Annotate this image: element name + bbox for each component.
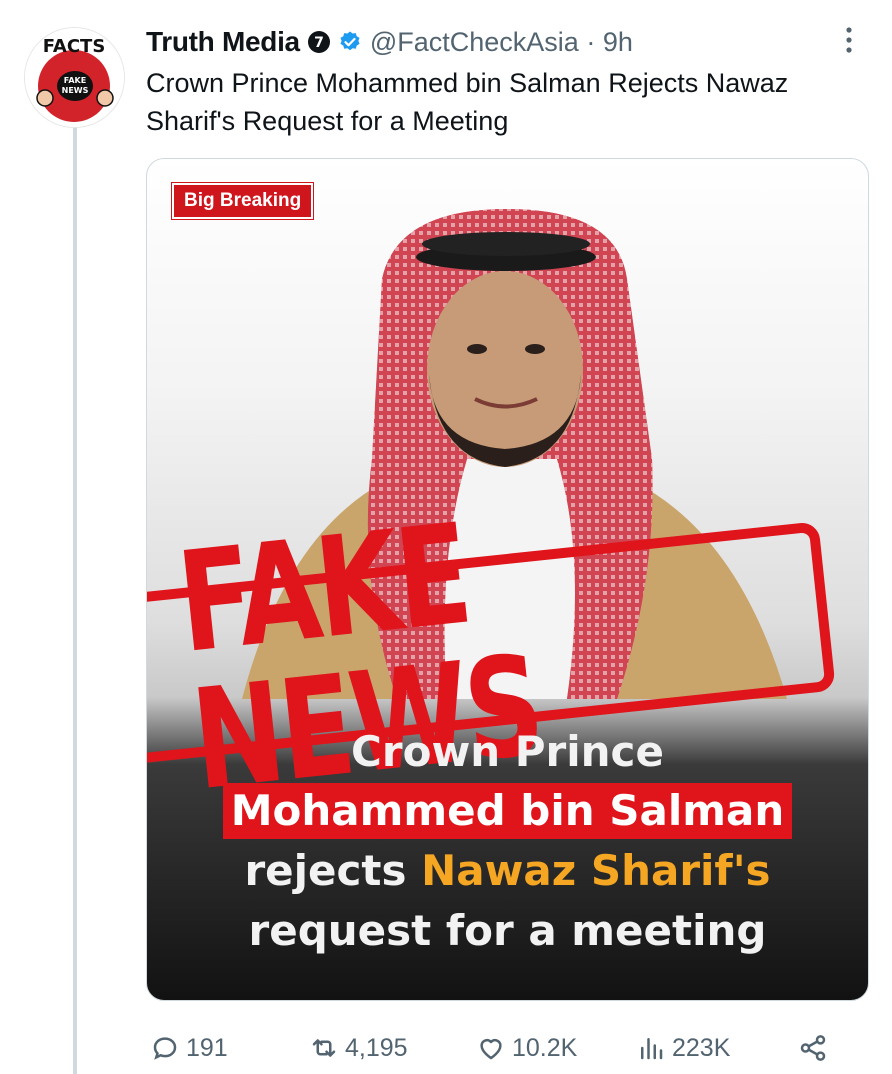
- svg-text:FAKE: FAKE: [64, 76, 86, 85]
- repost-count: 4,195: [345, 1033, 408, 1062]
- reply-count: 191: [186, 1033, 228, 1062]
- caption-line-3-highlight: Nawaz Sharif's: [421, 846, 771, 895]
- like-icon: [480, 1039, 502, 1060]
- avatar-image: FACTS FAKE NEWS: [25, 28, 124, 127]
- repost-icon: [312, 1039, 336, 1057]
- repost-button[interactable]: 4,195: [309, 1028, 408, 1068]
- thread-line: [73, 122, 77, 1074]
- caption-line-3-prefix: rejects: [244, 846, 422, 895]
- author-handle[interactable]: @FactCheckAsia: [370, 27, 579, 57]
- reply-icon: [153, 1037, 177, 1060]
- like-count: 10.2K: [512, 1033, 578, 1062]
- views-count: 223K: [672, 1033, 731, 1062]
- caption-line-4: request for a meeting: [248, 906, 767, 955]
- caption-line-2: Mohammed bin Salman: [222, 783, 793, 839]
- separator: ·: [586, 26, 596, 57]
- tweet-text: Crown Prince Mohammed bin Salman Rejects…: [146, 68, 789, 136]
- big-breaking-badge: Big Breaking: [172, 183, 314, 219]
- action-bar: 191 4,195 10.2K 223K: [146, 1028, 867, 1068]
- avatar-facts-text: FACTS: [43, 36, 106, 57]
- like-button[interactable]: 10.2K: [476, 1028, 577, 1068]
- caption-line-3: rejects Nawaz Sharif's: [147, 843, 868, 899]
- reply-button[interactable]: 191: [150, 1028, 228, 1068]
- image-caption: Crown Prince Mohammed bin Salman rejects…: [147, 727, 868, 959]
- verified-badge-icon[interactable]: [338, 30, 362, 54]
- views-button[interactable]: 223K: [636, 1028, 730, 1068]
- caption-line-1: Crown Prince: [351, 727, 664, 776]
- tweet-media-image[interactable]: Big Breaking FAKE NEWS Crown Prince Moha…: [146, 158, 869, 1001]
- author-handle-and-time[interactable]: @FactCheckAsia · 9h: [370, 27, 633, 58]
- views-icon: [641, 1038, 663, 1060]
- svg-text:7: 7: [314, 35, 324, 51]
- avatar[interactable]: FACTS FAKE NEWS: [24, 27, 125, 128]
- share-icon: [800, 1035, 826, 1061]
- share-button[interactable]: [798, 1028, 834, 1068]
- author-display-name[interactable]: Truth Media: [146, 26, 300, 58]
- tweet-header: Truth Media 7 @FactCheckAsia · 9h: [146, 22, 633, 62]
- tweet-time[interactable]: 9h: [603, 27, 633, 57]
- svg-text:NEWS: NEWS: [62, 86, 89, 95]
- more-vertical-icon[interactable]: [837, 24, 861, 56]
- label-badge-icon[interactable]: 7: [307, 30, 331, 54]
